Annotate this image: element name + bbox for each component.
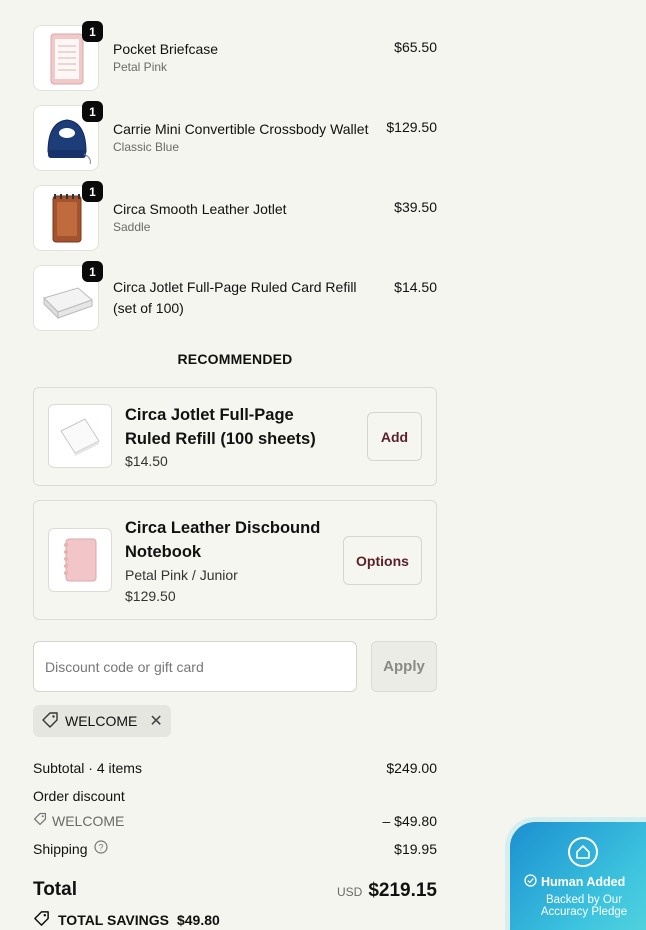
order-discount-label: Order discount <box>33 788 125 804</box>
discount-code-input[interactable] <box>33 641 357 692</box>
item-name: Carrie Mini Convertible Crossbody Wallet <box>113 121 369 137</box>
line-item: 1 Circa Jotlet Full-Page Ruled Card Refi… <box>33 261 437 331</box>
add-button[interactable]: Add <box>367 412 422 461</box>
recommended-heading: RECOMMENDED <box>177 351 293 367</box>
recommended-card: Circa Leather Discbound Notebook Petal P… <box>33 500 437 620</box>
recommended-card: Circa Jotlet Full-Page Ruled Refill (100… <box>33 387 437 486</box>
recommended-item-name[interactable]: Circa Jotlet Full-Page Ruled Refill (100… <box>125 403 340 451</box>
item-variant: Classic Blue <box>113 140 180 154</box>
item-name: Circa Jotlet Full-Page Ruled Card Refill… <box>113 279 357 316</box>
subtotal-value: $249.00 <box>386 760 437 776</box>
applied-code-label: WELCOME <box>65 713 138 729</box>
apply-button[interactable]: Apply <box>371 641 437 692</box>
total-label: Total <box>33 879 77 900</box>
tag-icon <box>33 910 50 930</box>
total-amount-group: USD $219.15 <box>337 880 437 902</box>
shipping-label: Shipping <box>33 840 88 857</box>
discount-code-label: WELCOME <box>52 812 125 829</box>
svg-text:?: ? <box>98 843 103 853</box>
tag-icon <box>33 812 47 829</box>
recommended-item-price: $129.50 <box>125 588 176 604</box>
remove-discount-icon[interactable]: ✕ <box>149 711 162 731</box>
ruled-refill-thumbnail[interactable] <box>48 404 112 468</box>
item-price: $14.50 <box>394 279 437 295</box>
shipping-label-group: Shipping ? <box>33 840 108 857</box>
item-variant: Saddle <box>113 220 151 234</box>
recommended-item-variant: Petal Pink / Junior <box>125 567 238 583</box>
tag-icon <box>41 711 59 732</box>
savings-label: TOTAL SAVINGS <box>58 912 169 928</box>
subtotal-label: Subtotal · 4 items <box>33 760 142 776</box>
discount-value: – $49.80 <box>382 812 438 829</box>
notebook-thumbnail[interactable] <box>48 528 112 592</box>
quantity-badge: 1 <box>82 101 103 122</box>
subtotal-row: Subtotal · 4 items $249.00 <box>33 760 437 776</box>
check-circle-icon <box>524 874 537 890</box>
item-price: $65.50 <box>394 39 437 55</box>
quantity-badge: 1 <box>82 21 103 42</box>
quantity-badge: 1 <box>82 261 103 282</box>
item-price: $129.50 <box>386 119 437 135</box>
discount-code-line: WELCOME <box>33 812 124 829</box>
item-name: Pocket Briefcase <box>113 41 219 57</box>
line-item: 1 Circa Smooth Leather Jotlet Saddle $39… <box>33 181 437 251</box>
total-value: $219.15 <box>368 880 437 901</box>
house-icon <box>568 837 598 867</box>
currency-code: USD <box>336 885 363 899</box>
recommended-item-price: $14.50 <box>125 453 168 469</box>
badge-title: Human Added <box>541 875 626 889</box>
line-item: 1 Pocket Briefcase Petal Pink $65.50 <box>33 21 437 91</box>
applied-discount-chip: WELCOME ✕ <box>33 705 171 737</box>
help-icon[interactable]: ? <box>93 840 108 857</box>
recommended-item-name[interactable]: Circa Leather Discbound Notebook <box>125 516 340 564</box>
total-savings: TOTAL SAVINGS $49.80 <box>33 910 220 930</box>
item-variant: Petal Pink <box>113 60 168 74</box>
item-name: Circa Smooth Leather Jotlet <box>113 201 287 217</box>
order-discount-row: Order discount <box>33 788 437 804</box>
badge-subtitle: Backed by Our Accuracy Pledge <box>540 894 628 918</box>
shipping-value: $19.95 <box>394 840 437 857</box>
line-item: 1 Carrie Mini Convertible Crossbody Wall… <box>33 101 437 171</box>
badge-title-row: Human Added <box>524 874 625 890</box>
shipping-row: Shipping ? $19.95 <box>33 840 437 857</box>
human-added-badge[interactable]: Human Added Backed by Our Accuracy Pledg… <box>505 817 646 930</box>
item-price: $39.50 <box>394 199 437 215</box>
options-button[interactable]: Options <box>343 536 422 585</box>
savings-value: $49.80 <box>176 912 220 928</box>
quantity-badge: 1 <box>82 181 103 202</box>
discount-code-row: WELCOME – $49.80 <box>33 812 437 829</box>
